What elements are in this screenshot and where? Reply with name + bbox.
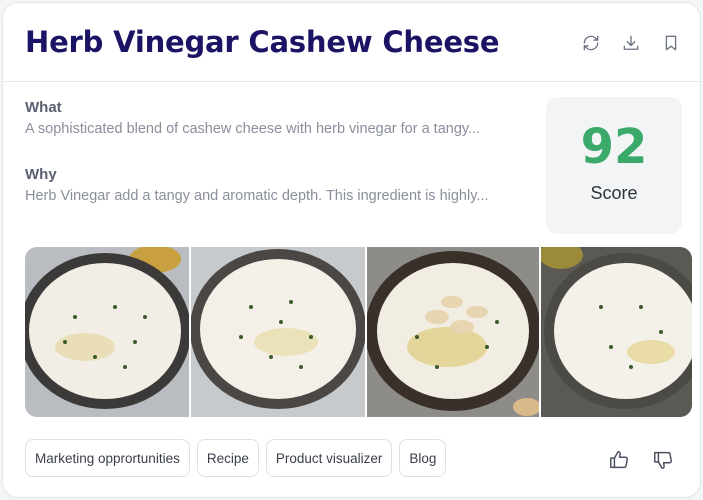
chip-recipe[interactable]: Recipe	[196, 439, 259, 477]
photo-cashew-cheese-3[interactable]	[367, 247, 539, 417]
what-text: A sophisticated blend of cashew cheese w…	[25, 121, 481, 137]
refresh-icon[interactable]	[580, 32, 602, 54]
chip-product-visualizer[interactable]: Product visualizer	[265, 439, 393, 477]
what-block: What A sophisticated blend of cashew che…	[25, 99, 525, 166]
why-block: Why Herb Vinegar add a tangy and aromati…	[25, 166, 525, 233]
header-actions	[580, 32, 682, 54]
download-icon[interactable]	[620, 32, 642, 54]
photo-cashew-cheese-4[interactable]	[541, 247, 692, 417]
thumbs-down-icon[interactable]	[652, 449, 674, 476]
chip-blog[interactable]: Blog	[399, 439, 447, 477]
chip-marketing-opportunities[interactable]: Marketing opprortunities	[25, 439, 190, 477]
photo-cashew-cheese-1[interactable]	[25, 247, 189, 417]
bookmark-icon[interactable]	[660, 32, 682, 54]
page-title: Herb Vinegar Cashew Cheese	[25, 25, 500, 59]
action-chips: Marketing opprortunities Recipe Product …	[25, 439, 447, 477]
image-gallery	[25, 247, 692, 417]
card-header: Herb Vinegar Cashew Cheese	[3, 3, 700, 82]
photo-cashew-cheese-2[interactable]	[191, 247, 365, 417]
description-section: What A sophisticated blend of cashew che…	[25, 99, 525, 233]
feedback-actions	[608, 449, 674, 476]
score-value: 92	[580, 119, 648, 175]
what-label: What	[25, 99, 62, 116]
thumbs-up-icon[interactable]	[608, 449, 630, 476]
why-text: Herb Vinegar add a tangy and aromatic de…	[25, 188, 489, 204]
why-label: Why	[25, 166, 57, 183]
recipe-card: Herb Vinegar Cashew Cheese What A sophis…	[2, 2, 701, 498]
score-label: Score	[590, 183, 638, 203]
score-box: 92 Score	[546, 97, 682, 234]
